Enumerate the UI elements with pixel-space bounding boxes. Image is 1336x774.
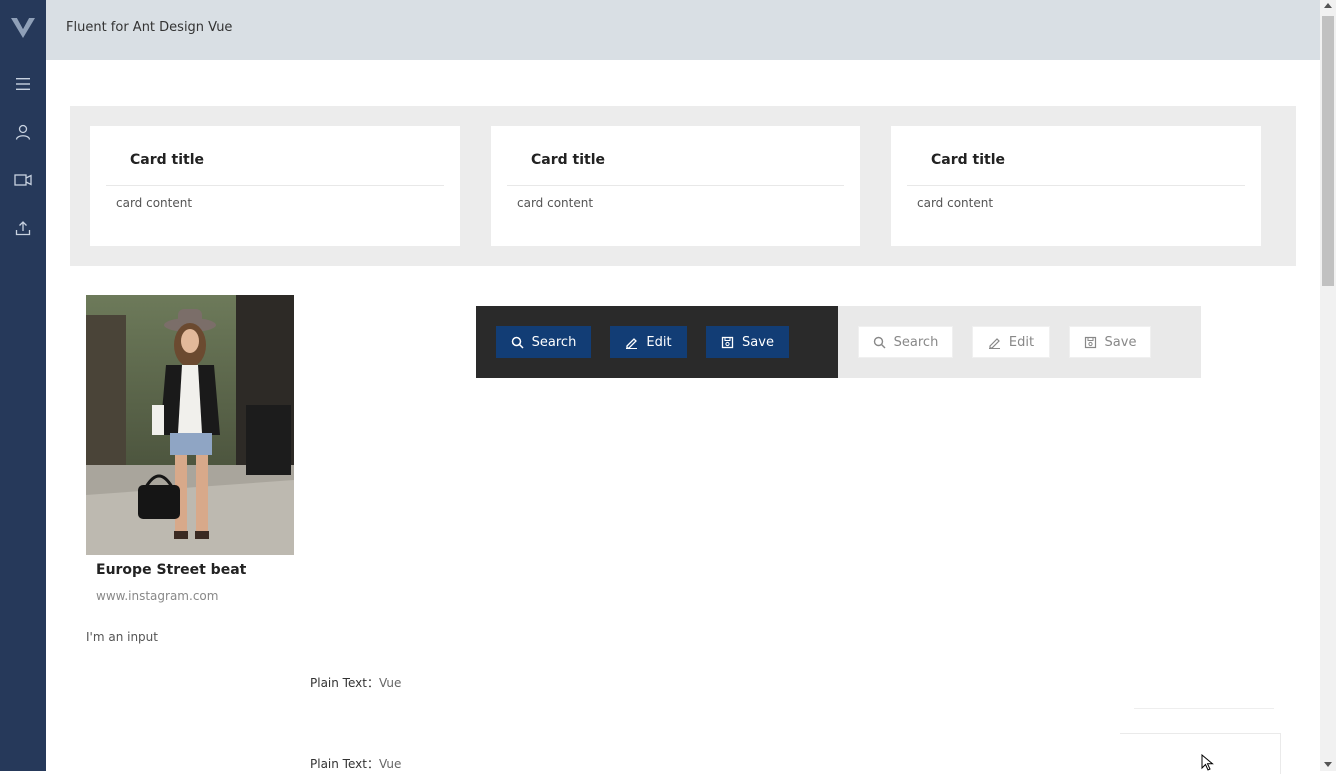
save-button[interactable]: Save <box>706 326 789 358</box>
card-divider <box>907 185 1245 186</box>
edit-button-label: Edit <box>646 334 672 350</box>
plain-text-value: Vue <box>378 757 402 771</box>
card: Card title card content <box>491 126 860 246</box>
search-icon <box>511 336 524 349</box>
vertical-scrollbar[interactable] <box>1320 0 1336 771</box>
menu-icon <box>16 78 30 90</box>
card-meta-description: www.instagram.com <box>96 589 219 603</box>
card-title: Card title <box>931 152 1005 168</box>
plain-text-label: Plain Text： <box>310 757 379 771</box>
card-divider <box>106 185 444 186</box>
save-button-light[interactable]: Save <box>1069 326 1151 358</box>
plain-text-label: Plain Text： <box>310 676 379 690</box>
video-icon <box>14 174 32 186</box>
search-button-label: Search <box>531 334 577 350</box>
edit-button-light[interactable]: Edit <box>972 326 1050 358</box>
edit-icon <box>988 337 1000 349</box>
cards-section: Card title card content Card title card … <box>70 106 1296 266</box>
button-group-light: Search Edit Save <box>838 306 1201 378</box>
sidebar <box>0 0 46 771</box>
edit-icon <box>626 337 638 349</box>
edit-button[interactable]: Edit <box>610 326 687 358</box>
save-icon <box>1084 336 1096 348</box>
card-title: Card title <box>531 152 605 168</box>
divider <box>1134 708 1274 709</box>
scroll-down-arrow-icon[interactable] <box>1324 762 1332 767</box>
search-button-light[interactable]: Search <box>858 326 953 358</box>
card-content: card content <box>917 196 994 210</box>
card: Card title card content <box>90 126 460 246</box>
card-content: card content <box>517 196 594 210</box>
plain-text-value: Vue <box>378 676 402 690</box>
vue-logo-icon[interactable] <box>10 14 36 40</box>
save-icon <box>721 336 734 348</box>
search-icon <box>873 336 886 348</box>
sidebar-item-user[interactable] <box>12 121 34 143</box>
street-photo-image <box>86 295 294 555</box>
input-label: I'm an input <box>86 630 158 644</box>
user-icon <box>15 124 31 140</box>
card-divider <box>507 185 844 186</box>
search-button-label: Search <box>893 334 939 350</box>
app-title: Fluent for Ant Design Vue <box>66 20 233 35</box>
sidebar-item-menu[interactable] <box>12 73 34 95</box>
card-content: card content <box>116 196 193 210</box>
card-title: Card title <box>130 152 204 168</box>
save-button-label: Save <box>1104 334 1137 350</box>
mouse-cursor-icon <box>1201 754 1214 771</box>
header: Fluent for Ant Design Vue <box>46 0 1320 60</box>
card-cover-image <box>86 295 294 555</box>
search-button[interactable]: Search <box>496 326 591 358</box>
card: Card title card content <box>891 126 1261 246</box>
edit-button-label: Edit <box>1008 334 1035 350</box>
plain-text-row: Plain Text：Vue <box>310 674 401 691</box>
upload-icon <box>15 221 31 236</box>
scrollbar-thumb[interactable] <box>1322 16 1334 286</box>
scroll-up-arrow-icon[interactable] <box>1324 3 1332 8</box>
sidebar-item-video[interactable] <box>12 169 34 191</box>
save-button-label: Save <box>742 334 774 350</box>
sidebar-item-upload[interactable] <box>12 217 34 239</box>
card-meta-title: Europe Street beat <box>96 562 247 578</box>
button-group-dark: Search Edit Save <box>476 306 838 378</box>
plain-text-row: Plain Text：Vue <box>310 755 401 772</box>
